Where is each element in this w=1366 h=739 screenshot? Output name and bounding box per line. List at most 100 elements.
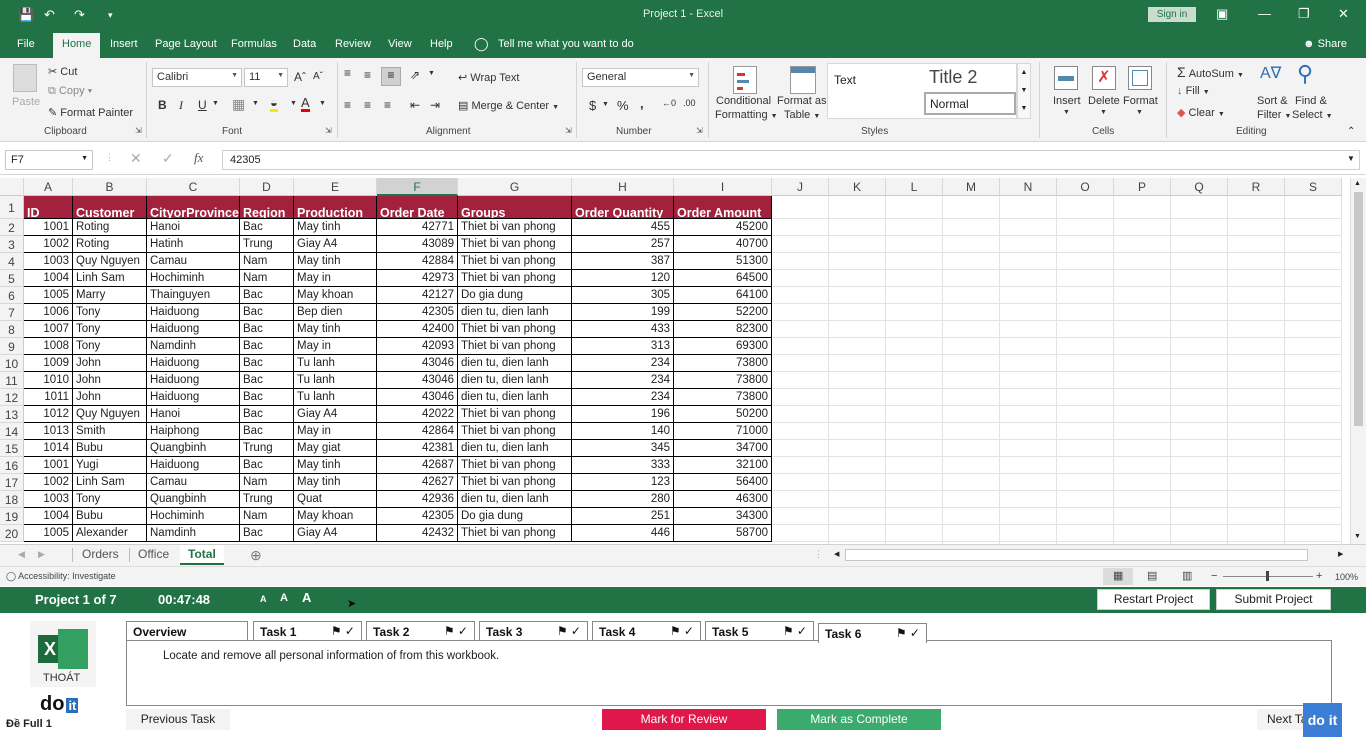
row-header[interactable]: 8 [0,321,24,338]
data-cell[interactable]: Quat [294,491,377,508]
row-header[interactable]: 7 [0,304,24,321]
row-header[interactable]: 13 [0,406,24,423]
header-cell[interactable]: Production [294,196,377,219]
data-cell[interactable]: dien tu, dien lanh [458,304,572,321]
data-cell[interactable]: 1011 [24,389,73,406]
data-cell[interactable]: 1010 [24,372,73,389]
next-task-button[interactable]: Next Task [1257,709,1309,730]
data-cell[interactable]: 1013 [24,423,73,440]
data-cell[interactable]: Giay A4 [294,406,377,423]
currency-icon[interactable]: $ [589,98,596,113]
font-size-medium-button[interactable]: A [280,592,288,604]
sort-filter-button[interactable]: Sort & [1257,95,1288,107]
formula-input[interactable]: 42305 [222,150,1360,170]
data-cell[interactable]: Trung [240,236,294,253]
tab-task-6[interactable]: Task 6 ⚑ ✓ [818,623,927,643]
data-cell[interactable]: 32100 [674,457,772,474]
header-cell[interactable]: Order Amount [674,196,772,219]
tab-formulas[interactable]: Formulas [231,38,277,50]
header-cell[interactable]: Customer [73,196,147,219]
previous-task-button[interactable]: Previous Task [126,709,230,730]
scroll-down-icon[interactable]: ▼ [1354,533,1361,540]
data-cell[interactable]: 1012 [24,406,73,423]
data-cell[interactable]: Trung [240,440,294,457]
format-as-table-button[interactable]: Format as [777,95,827,107]
row-header[interactable]: 18 [0,491,24,508]
column-header-f[interactable]: F [377,178,458,196]
drag-handle-icon[interactable]: ⋮ [105,152,114,163]
row-header[interactable]: 12 [0,389,24,406]
data-cell[interactable]: Tony [73,338,147,355]
tab-insert[interactable]: Insert [110,38,138,50]
data-cell[interactable]: Thiet bi van phong [458,321,572,338]
row-header[interactable]: 5 [0,270,24,287]
data-cell[interactable]: Thiet bi van phong [458,219,572,236]
data-cell[interactable]: Hatinh [147,236,240,253]
scroll-up-icon[interactable]: ▲ [1354,180,1361,187]
data-cell[interactable]: 42627 [377,474,458,491]
paste-icon[interactable] [13,64,37,92]
style-text[interactable]: Text [834,73,856,87]
data-cell[interactable]: Giay A4 [294,236,377,253]
header-cell[interactable]: CityorProvince [147,196,240,219]
copy-button[interactable]: ⧉ Copy ▾ [48,85,92,98]
column-header-l[interactable]: L [886,178,943,196]
data-cell[interactable]: 64500 [674,270,772,287]
data-cell[interactable]: 42305 [377,508,458,525]
cut-button[interactable]: ✂ Cut [48,65,77,78]
font-name-select[interactable]: Calibri ▼ [152,68,242,87]
excel-logo[interactable]: X THOÁT [30,621,96,687]
data-cell[interactable]: 58700 [674,525,772,542]
mark-for-review-button[interactable]: Mark for Review [602,709,766,730]
column-header-m[interactable]: M [943,178,1000,196]
chevron-down-icon[interactable]: ▼ [1100,109,1107,116]
close-icon[interactable]: ✕ [1338,6,1349,22]
data-cell[interactable]: 69300 [674,338,772,355]
data-cell[interactable]: 234 [572,355,674,372]
data-cell[interactable]: May khoan [294,287,377,304]
data-cell[interactable]: 1003 [24,253,73,270]
submit-project-button[interactable]: Submit Project [1216,589,1331,610]
column-header-n[interactable]: N [1000,178,1057,196]
data-cell[interactable]: 82300 [674,321,772,338]
tab-task-2[interactable]: Task 2 ⚑ ✓ [366,621,475,641]
collapse-ribbon-icon[interactable]: ⌃ [1347,126,1355,137]
header-cell[interactable]: Order Date [377,196,458,219]
tab-home[interactable]: Home [53,33,101,58]
page-break-view-icon[interactable]: ▥ [1182,569,1192,582]
align-center-icon[interactable]: ≡ [364,98,371,112]
column-header-k[interactable]: K [829,178,886,196]
data-cell[interactable]: 50200 [674,406,772,423]
bold-icon[interactable]: B [158,98,167,112]
font-size-large-button[interactable]: A [302,590,311,605]
data-cell[interactable]: Camau [147,474,240,491]
data-cell[interactable]: 64100 [674,287,772,304]
data-cell[interactable]: Camau [147,253,240,270]
data-cell[interactable]: Quangbinh [147,491,240,508]
data-cell[interactable]: Thiet bi van phong [458,270,572,287]
header-cell[interactable]: Order Quantity [572,196,674,219]
data-cell[interactable]: 199 [572,304,674,321]
zoom-in-icon[interactable]: + [1316,570,1322,582]
data-cell[interactable]: Haiduong [147,372,240,389]
tab-view[interactable]: View [388,38,412,50]
mark-as-complete-button[interactable]: Mark as Complete [777,709,941,730]
column-header-h[interactable]: H [572,178,674,196]
header-cell[interactable]: ID [24,196,73,219]
tab-data[interactable]: Data [293,38,316,50]
column-header-c[interactable]: C [147,178,240,196]
minimize-icon[interactable]: — [1258,6,1271,21]
alignment-launcher-icon[interactable]: ⇲ [565,126,572,135]
select-all-corner[interactable] [0,178,24,196]
data-cell[interactable]: Do gia dung [458,508,572,525]
restore-icon[interactable]: ❐ [1298,6,1310,22]
zoom-level[interactable]: 100% [1335,572,1358,582]
row-header[interactable]: 3 [0,236,24,253]
data-cell[interactable]: 280 [572,491,674,508]
row-header[interactable]: 20 [0,525,24,542]
row-header[interactable]: 15 [0,440,24,457]
column-header-g[interactable]: G [458,178,572,196]
data-cell[interactable]: Smith [73,423,147,440]
data-cell[interactable]: 46300 [674,491,772,508]
data-cell[interactable]: Bep dien [294,304,377,321]
